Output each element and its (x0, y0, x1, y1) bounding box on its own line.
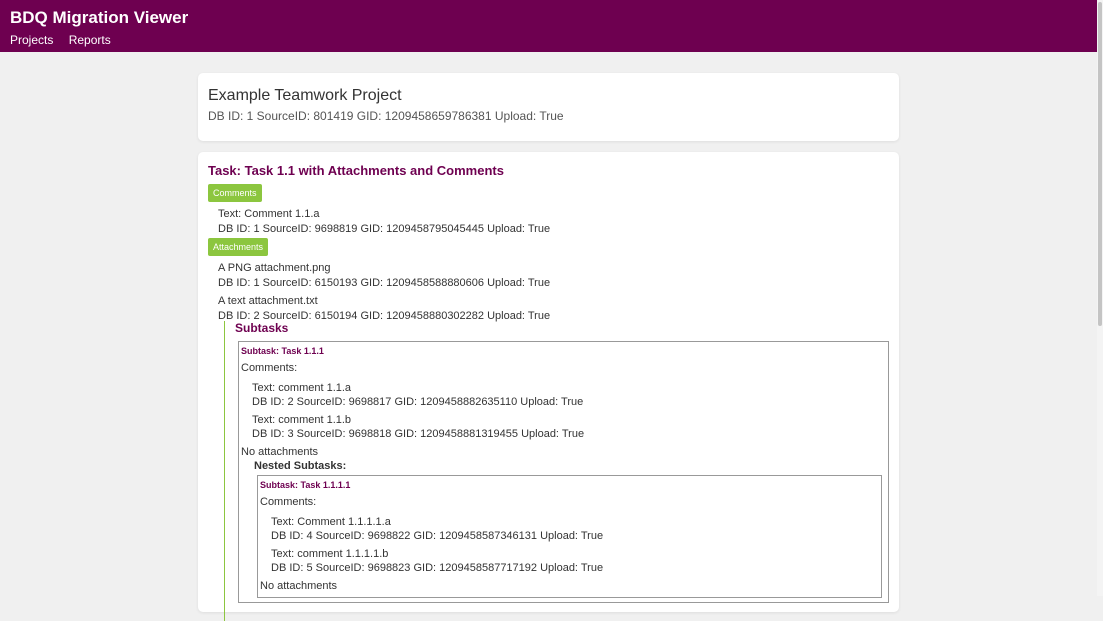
nav-projects-link[interactable]: Projects (10, 33, 53, 47)
subtask-comment: Text: comment 1.1.a DB ID: 2 SourceID: 9… (252, 381, 886, 409)
nested-subtasks-heading: Nested Subtasks: (254, 460, 347, 472)
app-header: BDQ Migration Viewer Projects Reports (0, 0, 1097, 52)
attachments-badge: Attachments (208, 238, 269, 256)
comment-meta: DB ID: 3 SourceID: 9698818 GID: 12094588… (252, 428, 585, 440)
attachment-entry: A text attachment.txt DB ID: 2 SourceID:… (218, 294, 889, 323)
page-scrollbar[interactable] (1097, 0, 1103, 596)
subtask-comments-label: Comments: (241, 362, 298, 374)
comment-text: Text: Comment 1.1.1.1.a (271, 516, 391, 528)
comment-meta: DB ID: 5 SourceID: 9698823 GID: 12094585… (271, 562, 604, 574)
project-card: Example Teamwork Project DB ID: 1 Source… (198, 73, 899, 141)
scrollbar-thumb[interactable] (1098, 2, 1102, 326)
nested-subtask-title: Subtask: Task 1.1.1.1 (260, 480, 351, 490)
subtask-title: Subtask: Task 1.1.1 (241, 346, 324, 356)
subtask-box: Subtask: Task 1.1.1 Comments: Text: comm… (238, 341, 889, 603)
nested-comment: Text: Comment 1.1.1.1.a DB ID: 4 SourceI… (271, 515, 879, 543)
project-title: Example Teamwork Project (208, 87, 402, 104)
comment-meta: DB ID: 4 SourceID: 9698822 GID: 12094585… (271, 530, 604, 542)
app-title: BDQ Migration Viewer (10, 8, 189, 27)
nested-comment: Text: comment 1.1.1.1.b DB ID: 5 SourceI… (271, 547, 879, 575)
comment-text: Text: comment 1.1.a (252, 382, 352, 394)
comment-meta: DB ID: 1 SourceID: 9698819 GID: 12094587… (218, 223, 551, 235)
nested-attachments-label: No attachments (260, 580, 338, 592)
comment-meta: DB ID: 2 SourceID: 9698817 GID: 12094588… (252, 396, 584, 408)
attachment-entry: A PNG attachment.png DB ID: 1 SourceID: … (218, 261, 889, 290)
comment-text: Text: comment 1.1.b (252, 414, 352, 426)
comment-text: Text: Comment 1.1.a (218, 208, 320, 220)
comment-entry: Text: Comment 1.1.a DB ID: 1 SourceID: 9… (218, 207, 889, 236)
attachment-meta: DB ID: 1 SourceID: 6150193 GID: 12094585… (218, 277, 551, 289)
comments-badge: Comments (208, 184, 262, 202)
attachment-name: A PNG attachment.png (218, 262, 331, 274)
subtask-attachments-label: No attachments (241, 446, 319, 458)
comment-text: Text: comment 1.1.1.1.b (271, 548, 389, 560)
subtasks-section: Subtasks Subtask: Task 1.1.1 Comments: T… (224, 321, 889, 621)
top-nav: Projects Reports (10, 33, 1087, 47)
attachment-name: A text attachment.txt (218, 295, 318, 307)
nav-reports-link[interactable]: Reports (69, 33, 111, 47)
subtasks-heading: Subtasks (235, 321, 289, 335)
nested-comments-label: Comments: (260, 496, 317, 508)
task-card: Task: Task 1.1 with Attachments and Comm… (198, 152, 899, 621)
subtask-comment: Text: comment 1.1.b DB ID: 3 SourceID: 9… (252, 413, 886, 441)
task-title: Task: Task 1.1 with Attachments and Comm… (208, 163, 504, 178)
nested-subtask-box: Subtask: Task 1.1.1.1 Comments: Text: Co… (257, 475, 882, 598)
project-meta: DB ID: 1 SourceID: 801419 GID: 120945865… (208, 109, 564, 123)
